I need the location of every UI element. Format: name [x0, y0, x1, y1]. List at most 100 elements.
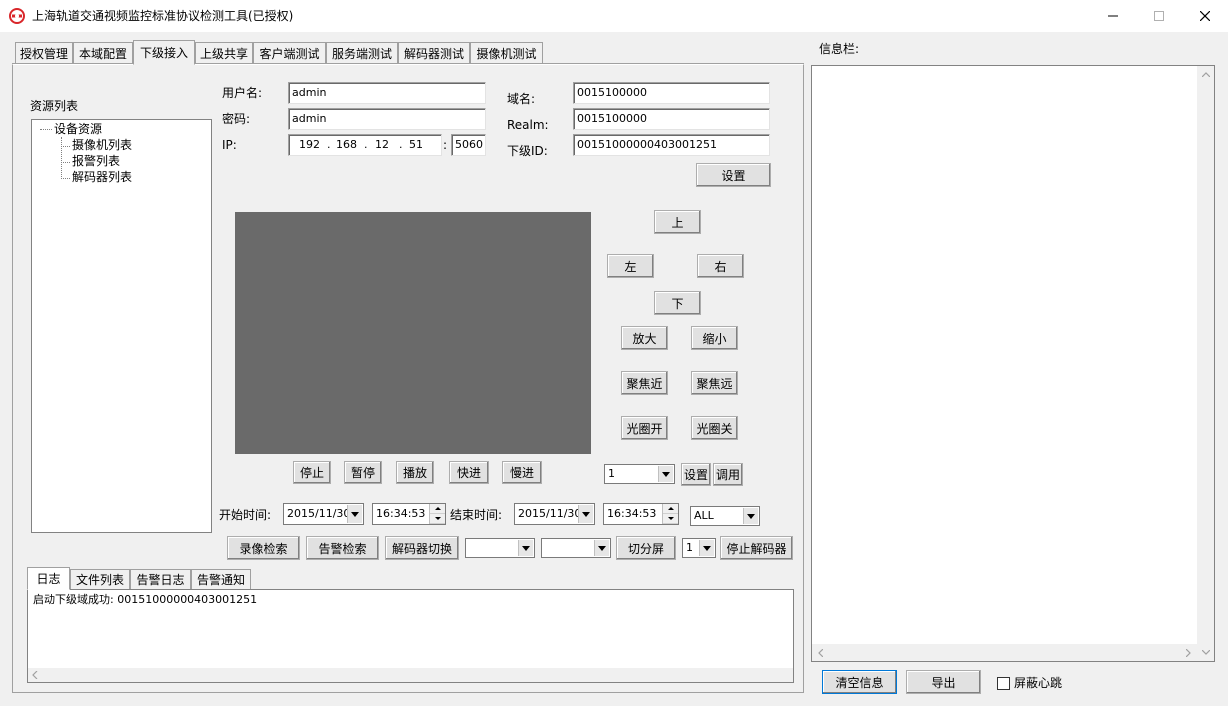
preset-select[interactable]: 1 [604, 464, 675, 484]
chevron-up-icon [1202, 72, 1210, 77]
minimize-icon [1108, 15, 1118, 17]
close-icon [1200, 11, 1210, 21]
video-preview[interactable] [235, 212, 591, 454]
ip-dot: . [399, 138, 403, 151]
sub-id-input[interactable]: 00151000000403001251 [573, 134, 770, 156]
play-button[interactable]: 播放 [396, 461, 434, 484]
ptz-right-button[interactable]: 右 [697, 254, 744, 278]
log-horizontal-scrollbar[interactable] [28, 668, 793, 682]
tab-alarm-log[interactable]: 告警日志 [130, 569, 191, 589]
end-time-value: 16:34:53 [607, 507, 657, 520]
fast-forward-button[interactable]: 快进 [449, 461, 489, 484]
tree-node-alarms[interactable]: 报警列表 [72, 154, 120, 169]
ptz-down-button[interactable]: 下 [654, 291, 701, 315]
chevron-down-icon [1202, 650, 1210, 655]
focus-near-button[interactable]: 聚焦近 [621, 371, 668, 395]
tree-line [61, 178, 70, 179]
heartbeat-checkbox[interactable] [997, 677, 1010, 690]
password-input[interactable]: admin [288, 108, 486, 130]
alarm-type-select[interactable]: ALL [690, 506, 760, 526]
spin-down-icon[interactable] [430, 514, 445, 524]
port-separator: : [443, 138, 448, 152]
zoom-out-button[interactable]: 缩小 [691, 326, 738, 350]
tab-sub-access[interactable]: 下级接入 [133, 40, 195, 65]
tab-camera-test[interactable]: 摄像机测试 [470, 42, 543, 64]
clear-info-button[interactable]: 清空信息 [822, 670, 897, 694]
tree-node-cameras[interactable]: 摄像机列表 [72, 138, 132, 153]
stop-decoder-button[interactable]: 停止解码器 [720, 536, 793, 560]
close-button[interactable] [1182, 0, 1228, 32]
username-label: 用户名: [222, 86, 263, 100]
decoder-select-2[interactable] [541, 538, 611, 558]
chevron-down-icon [699, 540, 714, 556]
ip-octet-4[interactable]: 51 [409, 135, 423, 155]
tree-node-root[interactable]: 设备资源 [54, 122, 102, 137]
chevron-down-icon [518, 540, 533, 556]
ip-octet-1[interactable]: 192 [299, 135, 320, 155]
ptz-left-button[interactable]: 左 [607, 254, 654, 278]
split-count-select[interactable]: 1 [682, 538, 716, 558]
start-time-label: 开始时间: [219, 508, 272, 522]
tab-file-list[interactable]: 文件列表 [70, 569, 130, 589]
tab-upper-share[interactable]: 上级共享 [195, 42, 253, 64]
log-line: 启动下级域成功: 00151000000403001251 [33, 593, 258, 606]
spin-up-icon[interactable] [663, 504, 678, 514]
iris-open-button[interactable]: 光圈开 [621, 416, 668, 440]
tab-local-domain[interactable]: 本域配置 [73, 42, 133, 64]
zoom-in-button[interactable]: 放大 [621, 326, 668, 350]
domain-input[interactable]: 0015100000 [573, 82, 770, 104]
tree-line [40, 129, 52, 130]
info-vertical-scrollbar[interactable] [1197, 66, 1214, 661]
split-screen-button[interactable]: 切分屏 [616, 536, 676, 560]
set-config-button[interactable]: 设置 [696, 163, 771, 187]
port-input[interactable]: 5060 [451, 134, 486, 156]
preset-set-button[interactable]: 设置 [681, 463, 711, 486]
tab-server-test[interactable]: 服务端测试 [326, 42, 398, 64]
alarm-search-button[interactable]: 告警检索 [306, 536, 379, 560]
username-input[interactable]: admin [288, 82, 486, 104]
decoder-switch-button[interactable]: 解码器切换 [385, 536, 459, 560]
spinner[interactable] [662, 504, 678, 524]
chevron-right-icon [1186, 649, 1191, 657]
tab-client-test[interactable]: 客户端测试 [253, 42, 326, 64]
export-button[interactable]: 导出 [906, 670, 981, 694]
start-time-spinner[interactable]: 16:34:53 [372, 503, 446, 525]
decoder-select-1[interactable] [465, 538, 535, 558]
end-date-picker[interactable]: 2015/11/30 [514, 503, 595, 525]
ip-octet-3[interactable]: 12 [375, 135, 389, 155]
tab-auth[interactable]: 授权管理 [15, 42, 73, 64]
tree-line [61, 146, 70, 147]
preset-call-button[interactable]: 调用 [713, 463, 743, 486]
end-time-spinner[interactable]: 16:34:53 [603, 503, 679, 525]
tree-node-decoders[interactable]: 解码器列表 [72, 170, 132, 185]
tab-alarm-notify[interactable]: 告警通知 [191, 569, 251, 589]
chevron-down-icon [658, 466, 673, 482]
realm-label: Realm: [507, 118, 549, 132]
info-textarea[interactable] [811, 65, 1215, 662]
spin-up-icon[interactable] [430, 504, 445, 514]
tab-log[interactable]: 日志 [27, 567, 70, 590]
ip-octet-2[interactable]: 168 [336, 135, 357, 155]
chevron-down-icon [594, 540, 609, 556]
record-search-button[interactable]: 录像检索 [227, 536, 300, 560]
chevron-down-icon [578, 505, 593, 523]
pause-button[interactable]: 暂停 [344, 461, 382, 484]
slow-forward-button[interactable]: 慢进 [502, 461, 542, 484]
focus-far-button[interactable]: 聚焦远 [691, 371, 738, 395]
realm-input[interactable]: 0015100000 [573, 108, 770, 130]
start-date-picker[interactable]: 2015/11/30 [283, 503, 364, 525]
tab-divider [12, 63, 804, 64]
maximize-button[interactable] [1136, 0, 1182, 32]
stop-button[interactable]: 停止 [293, 461, 331, 484]
heartbeat-label: 屏蔽心跳 [1014, 676, 1063, 690]
ptz-up-button[interactable]: 上 [654, 210, 701, 234]
minimize-button[interactable] [1090, 0, 1136, 32]
iris-close-button[interactable]: 光圈关 [691, 416, 738, 440]
alarm-type-value: ALL [694, 509, 714, 522]
info-horizontal-scrollbar[interactable] [812, 644, 1197, 661]
spinner[interactable] [429, 504, 445, 524]
spin-down-icon[interactable] [663, 514, 678, 524]
ip-address-input[interactable]: 192 . 168 . 12 . 51 [288, 134, 442, 156]
tab-decoder-test[interactable]: 解码器测试 [398, 42, 470, 64]
ip-label: IP: [222, 138, 237, 152]
